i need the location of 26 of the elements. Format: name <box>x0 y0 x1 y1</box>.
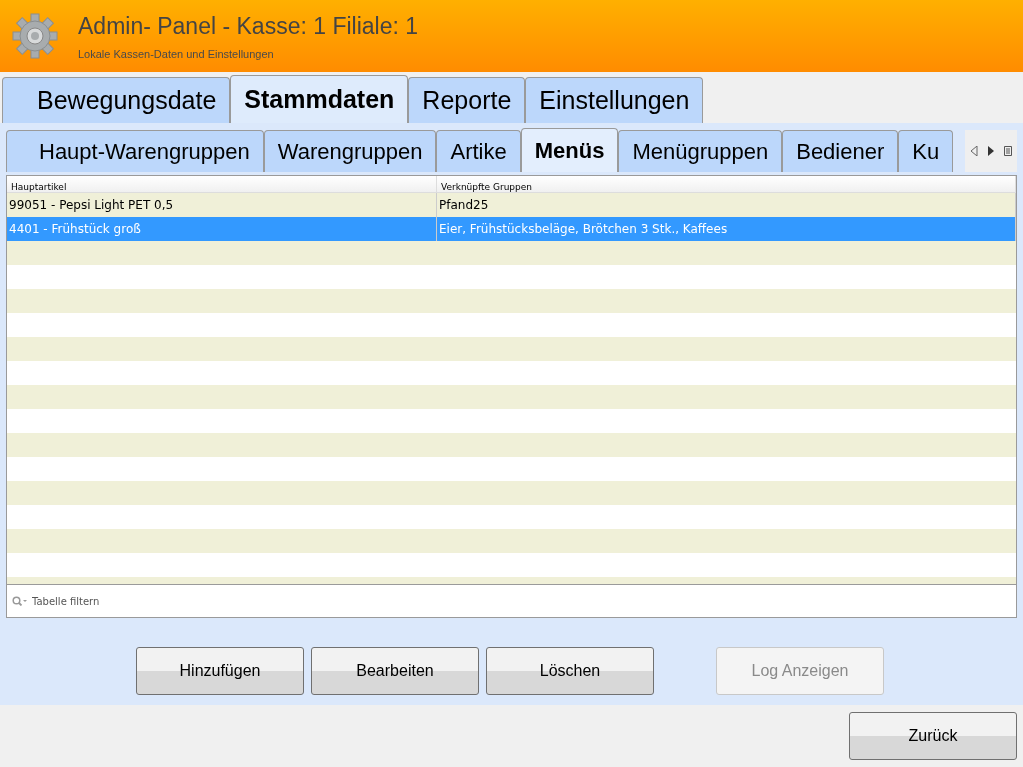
sub-tab[interactable]: Bediener <box>782 130 899 172</box>
action-button[interactable]: Hinzufügen <box>136 647 304 695</box>
list-icon[interactable] <box>1004 146 1013 156</box>
sub-tab[interactable]: Haupt-Warengruppen <box>6 130 264 172</box>
main-tab[interactable]: Einstellungen <box>525 77 704 123</box>
right-arrow-icon[interactable] <box>987 146 995 156</box>
sub-tab[interactable]: Menüs <box>520 128 619 172</box>
sub-tab[interactable]: Menügruppen <box>618 130 783 172</box>
table-row[interactable]: 99051 - Pepsi Light PET 0,5 Pfand25 <box>7 193 1016 217</box>
gear-icon <box>12 13 58 59</box>
main-tab[interactable]: Bewegungsdate <box>2 77 231 123</box>
filter-field[interactable]: Tabelle filtern <box>6 585 1017 618</box>
action-button[interactable]: Löschen <box>486 647 654 695</box>
main-tab[interactable]: Stammdaten <box>230 75 409 123</box>
window-subtitle: Lokale Kassen-Daten und Einstellungen <box>78 47 275 60</box>
left-arrow-icon[interactable] <box>969 146 978 156</box>
column-header[interactable]: Verknüpfte Gruppen <box>437 176 1016 192</box>
back-button[interactable]: Zurück <box>849 712 1017 760</box>
window-title: Admin- Panel - Kasse: 1 Filiale: 1 <box>78 12 419 40</box>
search-icon <box>12 596 28 606</box>
column-header[interactable]: Hauptartikel <box>7 176 437 192</box>
sub-tab[interactable]: Ku <box>898 130 954 172</box>
sub-tab[interactable]: Artike <box>436 130 521 172</box>
sub-tab[interactable]: Warengruppen <box>263 130 437 172</box>
action-button[interactable]: Bearbeiten <box>311 647 479 695</box>
main-tab[interactable]: Reporte <box>408 77 526 123</box>
